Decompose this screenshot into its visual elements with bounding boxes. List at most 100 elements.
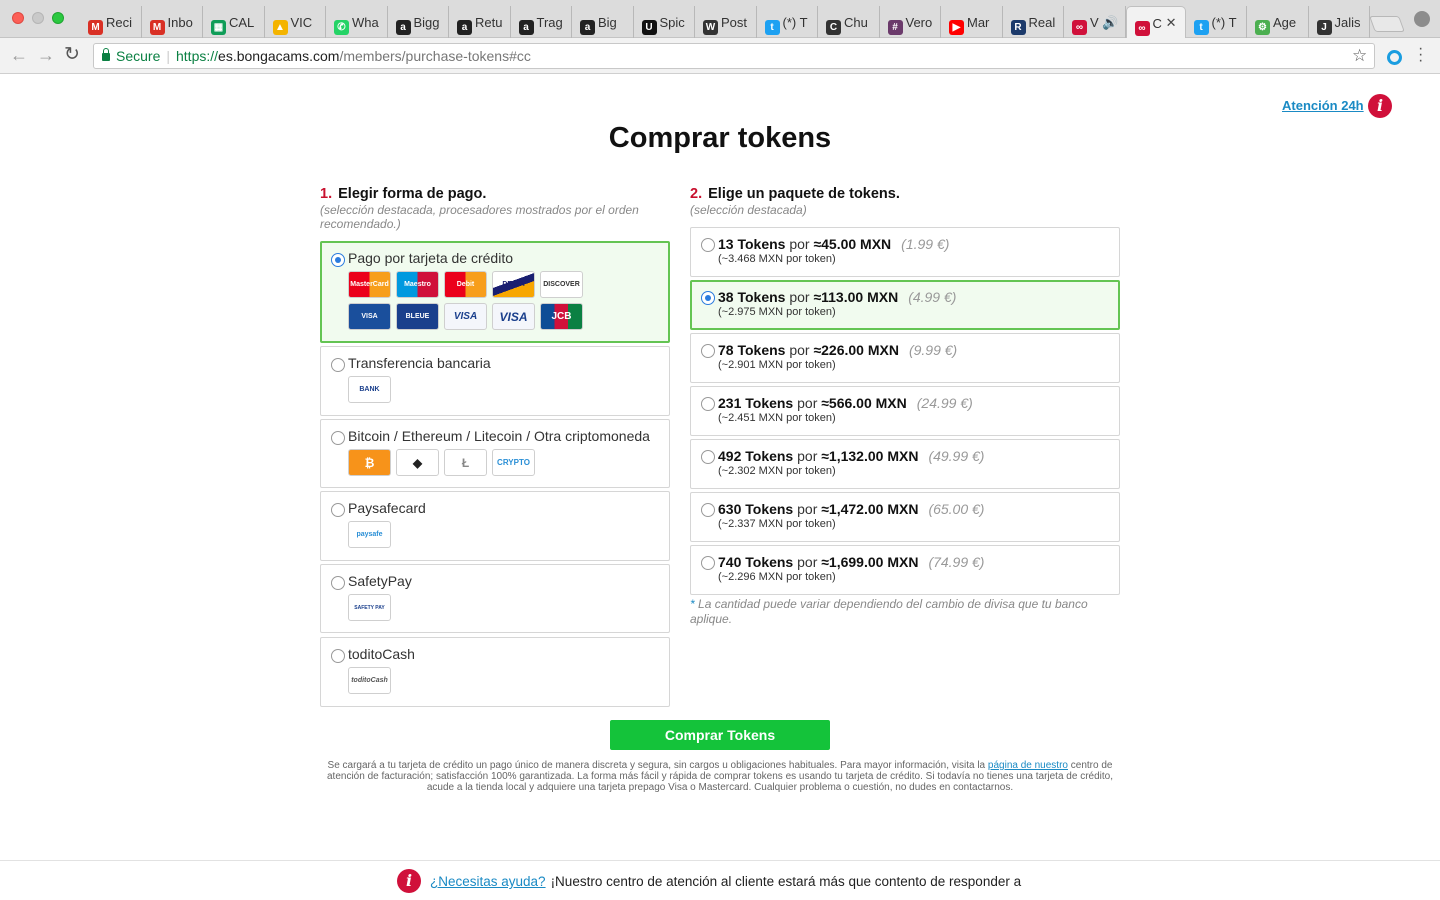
package-token-count: 38 Tokens (718, 289, 786, 305)
package-por-label: por (797, 448, 818, 464)
tab-favicon-icon: a (580, 20, 595, 35)
tab-title: Wha (352, 15, 379, 30)
browser-tab-bar: M Reci M Inbo ▦ CAL ▲ VIC ✆ Wha a Bigg a Retu a Trag a Bi… (0, 0, 1440, 38)
package-per-token: (~2.901 MXN por token) (718, 359, 836, 371)
back-arrow-icon[interactable]: ← (10, 45, 28, 66)
tab-title: VIC (290, 15, 313, 30)
payment-method-option[interactable]: SafetyPay SAFETY PAY (320, 564, 670, 633)
billing-center-link[interactable]: página de nuestro (988, 760, 1068, 771)
payment-method-option[interactable]: Pago por tarjeta de crédito MasterCard Mae… (320, 241, 670, 343)
browser-tab[interactable]: ▦ CAL (203, 6, 265, 38)
browser-tab[interactable]: a Trag (511, 6, 572, 38)
browser-tab[interactable]: ✆ Wha (326, 6, 388, 38)
payment-method-label: toditoCash (348, 646, 415, 662)
tab-title: Trag (536, 15, 563, 30)
tab-close-icon[interactable]: ✕ (1166, 15, 1177, 31)
browser-tab[interactable]: ∞ C ✕ (1125, 6, 1186, 38)
tab-title: (*) T (782, 15, 808, 30)
payment-logo-icon: CRYPTO (492, 449, 535, 476)
window-zoom-button[interactable] (52, 12, 64, 24)
support-24h-link[interactable]: Atención 24h (1282, 98, 1364, 113)
tab-favicon-icon: ▶ (949, 20, 964, 35)
browser-tab[interactable]: a Bigg (388, 6, 449, 38)
reload-icon[interactable]: ↻ (64, 43, 80, 66)
browser-tab[interactable]: J Jalis (1309, 6, 1370, 38)
browser-tab[interactable]: W Post (695, 6, 757, 38)
package-mxn-price: ≈113.00 MXN (813, 289, 899, 305)
package-radio[interactable] (701, 556, 715, 570)
browser-tab[interactable]: R Real (1003, 6, 1064, 38)
payment-radio[interactable] (331, 253, 345, 267)
window-minimize-button[interactable] (32, 12, 44, 24)
browser-tab[interactable]: M Reci (80, 6, 142, 38)
package-eur-price: (74.99 €) (928, 554, 985, 570)
tab-title: Bigg (413, 15, 440, 30)
info-icon[interactable]: i (1368, 94, 1392, 118)
payment-method-label: Bitcoin / Ethereum / Litecoin / Otra cri… (348, 428, 650, 444)
package-price-line: 78 Tokens por ≈226.00 MXN (9.99 €) (718, 342, 957, 358)
payment-method-option[interactable]: Transferencia bancaria BANK BANK (320, 346, 670, 416)
disclaimer-text-1: Se cargará a tu tarjeta de crédito un pa… (327, 760, 988, 771)
browser-tab[interactable]: a Big (572, 6, 634, 38)
need-help-link[interactable]: ¿Necesitas ayuda? (430, 874, 546, 889)
package-token-count: 492 Tokens (718, 448, 794, 464)
browser-tab[interactable]: ▲ VIC (265, 6, 326, 38)
token-package-option[interactable]: 13 Tokens por ≈45.00 MXN (1.99 €) (~3.468 … (690, 227, 1120, 277)
page-title: Comprar tokens (608, 122, 832, 154)
extension-icon[interactable] (1387, 50, 1402, 65)
browser-menu-icon[interactable]: · · · (1418, 41, 1423, 69)
package-radio[interactable] (701, 450, 715, 464)
payment-radio[interactable] (331, 431, 345, 445)
browser-tab[interactable]: ▶ Mar (941, 6, 1003, 38)
payment-step-subtitle: (selección destacada, procesadores mostr… (320, 203, 639, 231)
token-package-option[interactable]: 38 Tokens por ≈113.00 MXN (4.99 €) (~2.975… (690, 280, 1120, 330)
tab-favicon-icon: ✆ (334, 20, 349, 35)
payment-logo-icon: paysafe card (348, 521, 391, 548)
tab-title: Mar (967, 15, 990, 30)
browser-tab[interactable]: C Chu (818, 6, 880, 38)
browser-tab[interactable]: t (*) T (757, 6, 818, 38)
package-price-line: 740 Tokens por ≈1,699.00 MXN (74.99 €) (718, 554, 984, 570)
browser-tab[interactable]: ⚙ Age (1247, 6, 1309, 38)
package-radio[interactable] (701, 238, 715, 252)
window-close-button[interactable] (12, 12, 24, 24)
package-radio[interactable] (701, 344, 715, 358)
buy-tokens-button[interactable]: Comprar Tokens (610, 720, 830, 750)
browser-tab[interactable]: U Spic (634, 6, 695, 38)
new-tab-button[interactable] (1369, 16, 1405, 32)
payment-radio[interactable] (331, 503, 345, 517)
payment-method-option[interactable]: Bitcoin / Ethereum / Litecoin / Otra cri… (320, 419, 670, 488)
forward-arrow-icon[interactable]: → (37, 45, 55, 66)
package-radio[interactable] (701, 397, 715, 411)
token-package-option[interactable]: 630 Tokens por ≈1,472.00 MXN (65.00 €) (~2… (690, 492, 1120, 542)
payment-logo-icon: VISA DEBIT (444, 303, 487, 330)
payment-radio[interactable] (331, 358, 345, 372)
payment-radio[interactable] (331, 576, 345, 590)
browser-tab[interactable]: a Retu (449, 6, 511, 38)
payment-radio[interactable] (331, 649, 345, 663)
payment-method-option[interactable]: Paysafecard paysafe card (320, 491, 670, 561)
browser-tab[interactable]: ∞ V 🔊 (1064, 6, 1126, 38)
token-package-option[interactable]: 492 Tokens por ≈1,132.00 MXN (49.99 €) (~2… (690, 439, 1120, 489)
bookmark-star-icon[interactable]: ☆ (1352, 46, 1367, 66)
package-por-label: por (789, 236, 810, 252)
address-bar[interactable]: Secure | https://es.bongacams.com/members/… (93, 43, 1375, 69)
payment-method-option[interactable]: toditoCash toditoCash (320, 637, 670, 707)
token-package-option[interactable]: 231 Tokens por ≈566.00 MXN (24.99 €) (~2.4… (690, 386, 1120, 436)
browser-tab[interactable]: t (*) T (1186, 6, 1247, 38)
token-package-option[interactable]: 740 Tokens por ≈1,699.00 MXN (74.99 €) (~2… (690, 545, 1120, 595)
package-radio[interactable] (701, 503, 715, 517)
package-por-label: por (789, 342, 810, 358)
footer-text: ¡Nuestro centro de atención al cliente e… (550, 874, 1022, 889)
profile-icon[interactable] (1414, 11, 1430, 27)
browser-tab[interactable]: M Inbo (142, 6, 203, 38)
tab-favicon-icon: ∞ (1134, 21, 1150, 36)
package-radio[interactable] (701, 291, 715, 305)
package-mxn-price: ≈1,699.00 MXN (821, 554, 919, 570)
payment-method-label: Transferencia bancaria (348, 355, 491, 371)
package-price-line: 13 Tokens por ≈45.00 MXN (1.99 €) (718, 236, 949, 252)
payment-method-label: SafetyPay (348, 573, 412, 589)
token-package-option[interactable]: 78 Tokens por ≈226.00 MXN (9.99 €) (~2.901… (690, 333, 1120, 383)
browser-tab[interactable]: # Vero (880, 6, 941, 38)
tab-title: CAL (229, 15, 255, 30)
